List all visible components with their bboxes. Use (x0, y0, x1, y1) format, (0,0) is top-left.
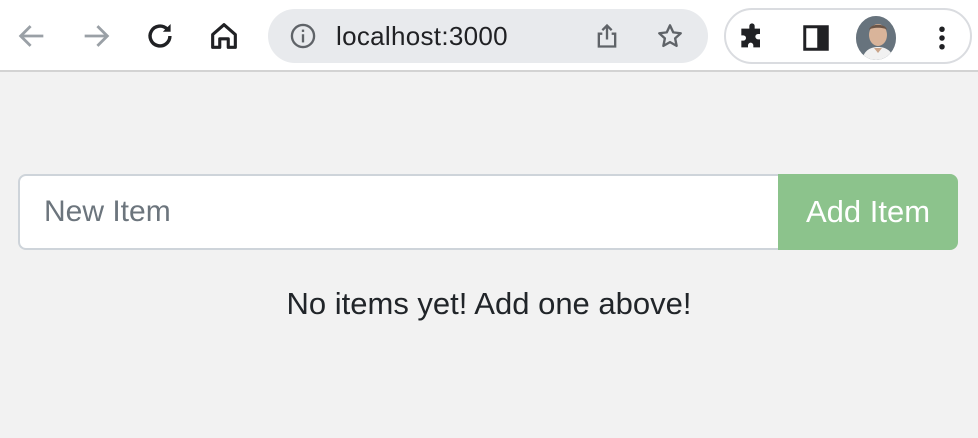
new-item-input[interactable] (18, 174, 778, 250)
add-item-button[interactable]: Add Item (778, 174, 958, 250)
arrow-left-icon (18, 25, 44, 47)
page-content: Add Item No items yet! Add one above! (0, 72, 978, 438)
home-button[interactable] (200, 12, 248, 60)
extensions-group (724, 8, 972, 64)
extensions-button[interactable] (732, 18, 772, 58)
forward-button[interactable] (72, 12, 120, 60)
bookmark-button[interactable] (655, 21, 685, 51)
avatar (856, 16, 896, 60)
add-item-form: Add Item (18, 174, 958, 250)
menu-button[interactable] (922, 18, 962, 58)
profile-button[interactable] (856, 16, 896, 60)
kebab-menu-icon (939, 26, 945, 50)
share-button[interactable] (592, 21, 622, 51)
puzzle-icon (741, 23, 760, 48)
side-panel-icon (803, 25, 829, 51)
profile-photo (856, 16, 896, 60)
share-icon (597, 23, 617, 48)
reload-icon (148, 23, 172, 48)
info-icon (290, 23, 316, 49)
empty-state-message: No items yet! Add one above! (286, 286, 692, 321)
star-icon (658, 24, 682, 48)
reload-button[interactable] (136, 12, 184, 60)
back-button[interactable] (8, 12, 56, 60)
home-icon (211, 23, 237, 49)
arrow-right-icon (84, 25, 110, 47)
address-bar[interactable]: localhost:3000 (268, 9, 708, 63)
site-info-button[interactable] (288, 21, 318, 51)
url-text[interactable]: localhost:3000 (336, 9, 508, 63)
browser-toolbar: localhost:3000 (0, 0, 978, 72)
side-panel-button[interactable] (796, 18, 836, 58)
